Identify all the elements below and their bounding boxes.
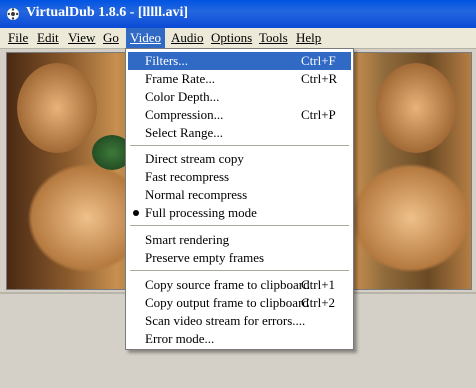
menu-item-smart-rendering[interactable]: Smart rendering [128, 231, 351, 249]
menu-options[interactable]: Options [207, 28, 256, 48]
menu-help[interactable]: Help [292, 28, 325, 48]
window-title: VirtualDub 1.8.6 - [lllll.avi] [26, 5, 189, 20]
menu-video[interactable]: Video [126, 28, 165, 48]
menu-item-filters[interactable]: Filters... Ctrl+F [128, 52, 351, 70]
menu-file[interactable]: File [4, 28, 32, 48]
title-bar: VirtualDub 1.8.6 - [lllll.avi] [0, 0, 476, 28]
virtualdub-icon[interactable] [5, 6, 21, 22]
menu-item-color-depth[interactable]: Color Depth... [128, 88, 351, 106]
menu-bar: File Edit View Go Video Audio Options To… [0, 28, 476, 49]
menu-item-frame-rate[interactable]: Frame Rate... Ctrl+R [128, 70, 351, 88]
bullet-icon [133, 210, 139, 216]
menu-separator [130, 145, 349, 146]
menu-item-compression[interactable]: Compression... Ctrl+P [128, 106, 351, 124]
menu-separator [130, 225, 349, 226]
menu-separator [130, 270, 349, 271]
menu-item-select-range[interactable]: Select Range... [128, 124, 351, 142]
menu-tools[interactable]: Tools [255, 28, 292, 48]
menu-item-error-mode[interactable]: Error mode... [128, 330, 351, 348]
menu-item-full-processing-mode[interactable]: Full processing mode [128, 204, 351, 222]
menu-item-scan-video-stream[interactable]: Scan video stream for errors.... [128, 312, 351, 330]
menu-item-direct-stream-copy[interactable]: Direct stream copy [128, 150, 351, 168]
menu-item-copy-source-frame[interactable]: Copy source frame to clipboard Ctrl+1 [128, 276, 351, 294]
menu-item-copy-output-frame[interactable]: Copy output frame to clipboard Ctrl+2 [128, 294, 351, 312]
menu-item-normal-recompress[interactable]: Normal recompress [128, 186, 351, 204]
video-menu-dropdown: Filters... Ctrl+F Frame Rate... Ctrl+R Col… [125, 48, 354, 350]
menu-edit[interactable]: Edit [33, 28, 63, 48]
menu-go[interactable]: Go [99, 28, 123, 48]
menu-audio[interactable]: Audio [167, 28, 208, 48]
menu-item-fast-recompress[interactable]: Fast recompress [128, 168, 351, 186]
menu-item-preserve-empty-frames[interactable]: Preserve empty frames [128, 249, 351, 267]
menu-view[interactable]: View [64, 28, 99, 48]
